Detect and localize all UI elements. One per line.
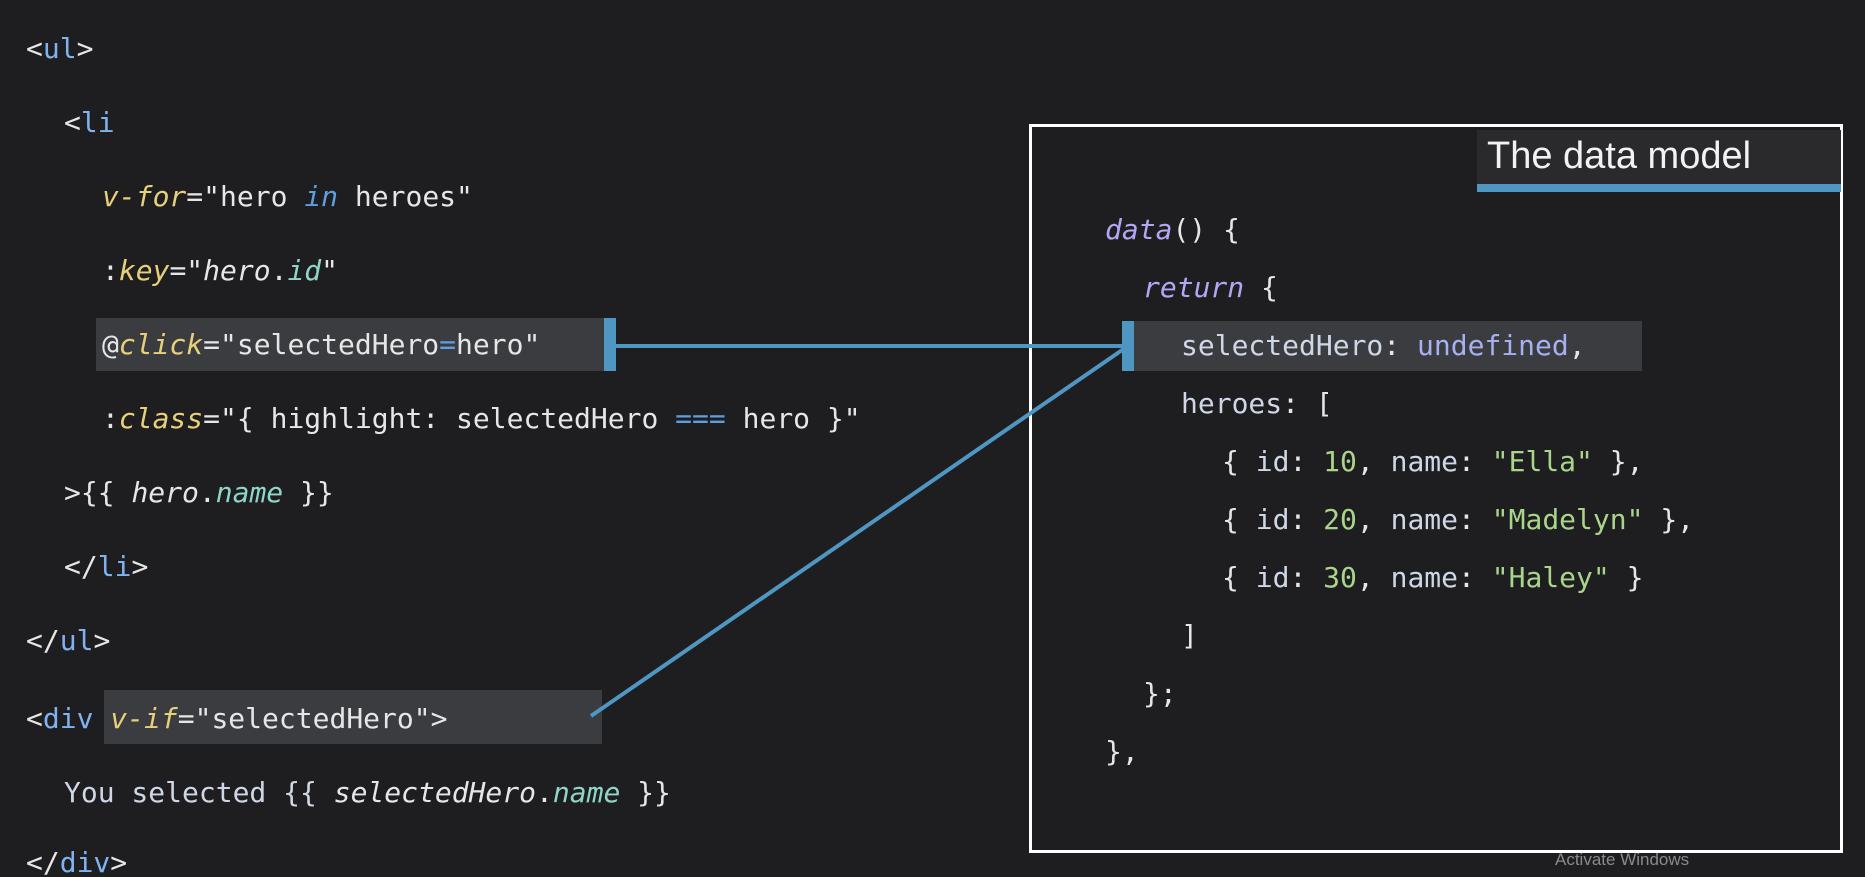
- connector-lines: [589, 344, 1130, 718]
- activate-windows-watermark: Activate Windows: [1555, 850, 1690, 869]
- connector-v-if-to-selected-hero: [589, 344, 1130, 718]
